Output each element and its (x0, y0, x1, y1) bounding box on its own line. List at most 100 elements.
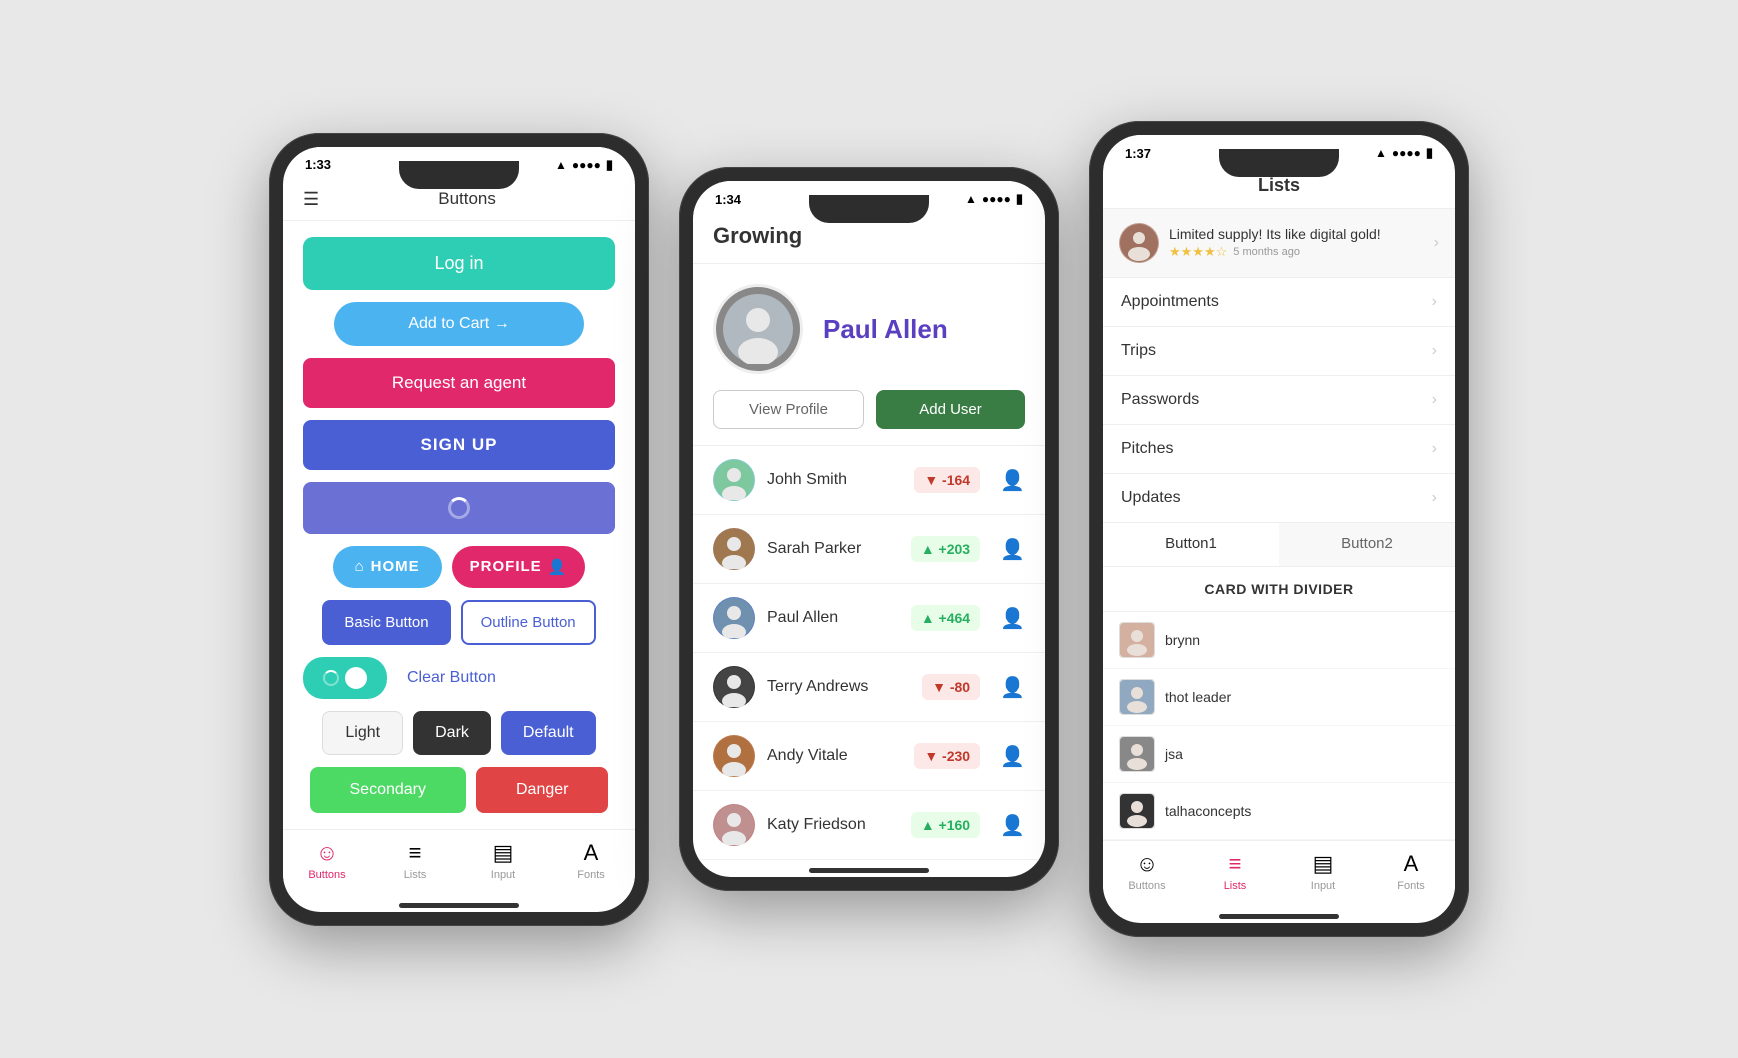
list-label-passwords: Passwords (1121, 391, 1432, 409)
list-row-passwords[interactable]: Passwords › (1103, 376, 1455, 425)
user-item-4[interactable]: Terry Andrews ▼ -80 👤 (693, 653, 1045, 722)
tab-button2[interactable]: Button2 (1279, 523, 1455, 566)
user-item-6[interactable]: Katy Friedson ▲ +160 👤 (693, 791, 1045, 860)
phone-3: 1:37 ▲ ●●●● ▮ Lists Limited supply! Its … (1089, 121, 1469, 937)
user-item-3[interactable]: Paul Allen ▲ +464 👤 (693, 584, 1045, 653)
light-button[interactable]: Light (322, 711, 403, 755)
card-title: CARD WITH DIVIDER (1103, 567, 1455, 612)
lists-nav-icon: ≡ (409, 840, 422, 866)
battery-icon-2: ▮ (1016, 191, 1023, 207)
list-label-trips: Trips (1121, 342, 1432, 360)
card-avatar-talhaconcepts (1119, 793, 1155, 829)
review-avatar (1119, 223, 1159, 263)
home-profile-row: ⌂ HOME PROFILE 👤 (303, 546, 615, 588)
user-score-6: ▲ +160 (911, 812, 980, 838)
user-action-icon-5[interactable]: 👤 (1000, 744, 1025, 769)
toggle-button[interactable] (303, 657, 387, 699)
phone-1-title: Buttons (319, 189, 615, 209)
sign-up-button[interactable]: SIGN UP (303, 420, 615, 470)
profile-action-buttons: View Profile Add User (693, 390, 1045, 445)
user-avatar-6 (713, 804, 755, 846)
menu-icon[interactable]: ☰ (303, 189, 319, 210)
user-avatar-2 (713, 528, 755, 570)
phone-3-time: 1:37 (1125, 146, 1151, 161)
phone-2-screen: 1:34 ▲ ●●●● ▮ Growing (693, 181, 1045, 877)
profile-section: Paul Allen (693, 264, 1045, 390)
user-item-1[interactable]: Johh Smith ▼ -164 👤 (693, 446, 1045, 515)
loading-button[interactable] (303, 482, 615, 534)
theme-row: Light Dark Default (303, 711, 615, 755)
add-to-cart-button[interactable]: Add to Cart → (334, 302, 584, 346)
user-action-icon-2[interactable]: 👤 (1000, 537, 1025, 562)
user-score-1: ▼ -164 (914, 467, 980, 493)
user-action-icon-4[interactable]: 👤 (1000, 675, 1025, 700)
signal-icon: ●●●● (572, 158, 601, 172)
phone-3-status-right: ▲ ●●●● ▮ (1375, 145, 1433, 161)
input-nav-icon: ▤ (493, 840, 514, 866)
list-row-trips[interactable]: Trips › (1103, 327, 1455, 376)
request-agent-button[interactable]: Request an agent (303, 358, 615, 408)
user-score-2: ▲ +203 (911, 536, 980, 562)
default-button[interactable]: Default (501, 711, 596, 755)
toggle-circle (345, 667, 367, 689)
buttons-nav-label-3: Buttons (1128, 880, 1165, 892)
chevron-appointments: › (1432, 293, 1437, 311)
view-profile-button[interactable]: View Profile (713, 390, 864, 429)
lists-nav-label-3: Lists (1224, 880, 1247, 892)
nav-buttons-3[interactable]: ☺ Buttons (1103, 851, 1191, 892)
nav-fonts[interactable]: A Fonts (547, 840, 635, 881)
phone-2: 1:34 ▲ ●●●● ▮ Growing (679, 167, 1059, 891)
profile-button[interactable]: PROFILE 👤 (452, 546, 586, 588)
user-score-5: ▼ -230 (914, 743, 980, 769)
list-row-appointments[interactable]: Appointments › (1103, 278, 1455, 327)
phone-1: 1:33 ▲ ●●●● ▮ ☰ Buttons Log in Add to Ca… (269, 133, 649, 926)
secondary-button[interactable]: Secondary (310, 767, 467, 813)
outline-button[interactable]: Outline Button (461, 600, 596, 645)
basic-button[interactable]: Basic Button (322, 600, 450, 645)
card-avatar-brynn (1119, 622, 1155, 658)
buttons-nav-icon: ☺ (316, 840, 338, 866)
card-avatar-thotleader (1119, 679, 1155, 715)
nav-lists-3[interactable]: ≡ Lists (1191, 851, 1279, 892)
clear-button[interactable]: Clear Button (407, 669, 496, 687)
nav-input-3[interactable]: ▤ Input (1279, 851, 1367, 892)
chevron-passwords: › (1432, 391, 1437, 409)
card-user-thotleader[interactable]: thot leader (1103, 669, 1455, 726)
nav-buttons[interactable]: ☺ Buttons (283, 840, 371, 881)
user-item-2[interactable]: Sarah Parker ▲ +203 👤 (693, 515, 1045, 584)
nav-input[interactable]: ▤ Input (459, 840, 547, 881)
list-label-pitches: Pitches (1121, 440, 1432, 458)
list-section: Appointments › Trips › Passwords › Pitch… (1103, 278, 1455, 523)
user-action-icon-3[interactable]: 👤 (1000, 606, 1025, 631)
nav-fonts-3[interactable]: A Fonts (1367, 851, 1455, 892)
home-button[interactable]: ⌂ HOME (333, 546, 442, 588)
dark-button[interactable]: Dark (413, 711, 491, 755)
user-action-icon-1[interactable]: 👤 (1000, 468, 1025, 493)
card-user-talhaconcepts[interactable]: talhaconcepts (1103, 783, 1455, 840)
wifi-icon-3: ▲ (1375, 146, 1387, 160)
login-button[interactable]: Log in (303, 237, 615, 290)
chevron-trips: › (1432, 342, 1437, 360)
list-row-updates[interactable]: Updates › (1103, 474, 1455, 523)
phone-3-screen: 1:37 ▲ ●●●● ▮ Lists Limited supply! Its … (1103, 135, 1455, 923)
profile-icon: 👤 (548, 558, 568, 576)
home-bar-1 (399, 903, 519, 908)
phone-1-bottom-nav: ☺ Buttons ≡ Lists ▤ Input A Fonts (283, 829, 635, 895)
fonts-nav-icon-3: A (1404, 851, 1419, 877)
list-row-pitches[interactable]: Pitches › (1103, 425, 1455, 474)
danger-button[interactable]: Danger (476, 767, 608, 813)
add-user-button[interactable]: Add User (876, 390, 1025, 429)
user-name-1: Johh Smith (767, 471, 902, 489)
card-user-brynn[interactable]: brynn (1103, 612, 1455, 669)
review-item[interactable]: Limited supply! Its like digital gold! ★… (1103, 209, 1455, 278)
user-name-6: Katy Friedson (767, 816, 899, 834)
user-item-5[interactable]: Andy Vitale ▼ -230 👤 (693, 722, 1045, 791)
chevron-pitches: › (1432, 440, 1437, 458)
user-action-icon-6[interactable]: 👤 (1000, 813, 1025, 838)
card-user-jsa[interactable]: jsa (1103, 726, 1455, 783)
nav-lists[interactable]: ≡ Lists (371, 840, 459, 881)
tab-button1[interactable]: Button1 (1103, 523, 1279, 566)
phones-container: 1:33 ▲ ●●●● ▮ ☰ Buttons Log in Add to Ca… (269, 121, 1469, 937)
wifi-icon-2: ▲ (965, 192, 977, 206)
toggle-spinner (323, 670, 339, 686)
